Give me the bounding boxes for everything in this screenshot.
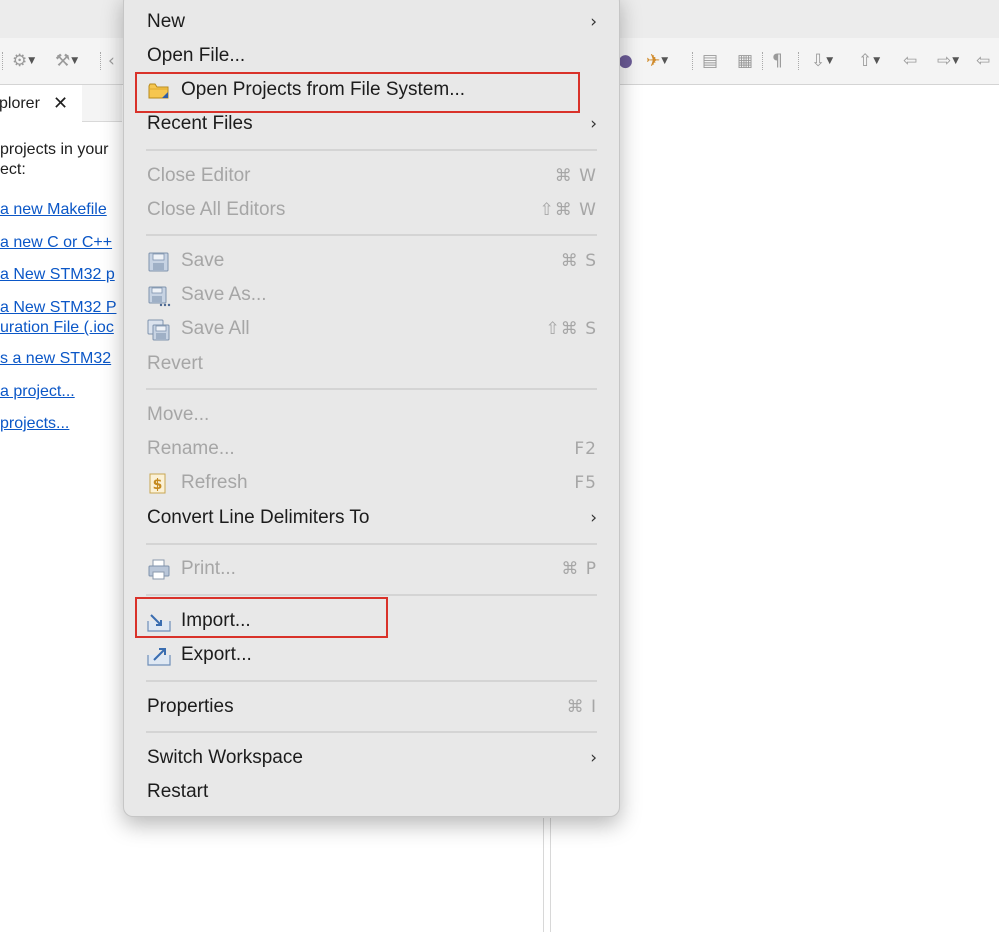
chevron-right-icon: › [590, 12, 597, 32]
toolbar-separator [2, 52, 4, 70]
menu-item-label: Close Editor [147, 165, 251, 186]
menu-item-label: Open File... [147, 45, 246, 66]
menu-separator [146, 149, 597, 151]
editor-sash[interactable] [543, 818, 551, 932]
debug-config-icon[interactable]: ⚙▼ [12, 50, 35, 72]
menu-item-convert-line-delimiters[interactable]: Convert Line Delimiters To › [124, 501, 619, 535]
open-declaration-icon[interactable]: ▤ [702, 50, 718, 72]
menu-item-properties[interactable]: Properties ⌘ I [124, 690, 619, 724]
menu-item-label: Restart [147, 781, 209, 802]
import-projects-link[interactable]: projects... [0, 414, 69, 434]
next-annotation-icon[interactable]: ⇩▼ [811, 50, 833, 72]
menu-item-revert[interactable]: Revert [124, 347, 619, 381]
svg-text:$: $ [153, 477, 163, 493]
menu-item-label: Convert Line Delimiters To [147, 507, 370, 528]
back-icon[interactable]: ⇨▼ [937, 50, 959, 72]
highlight-import-box [135, 597, 388, 638]
menu-item-close-all-editors[interactable]: Close All Editors ⇧⌘ W [124, 193, 619, 227]
create-stm32-project-from-ioc-link[interactable]: a New STM32 P [0, 298, 116, 318]
launch-rocket-icon[interactable]: ✈▼ [646, 50, 668, 72]
menu-item-label: Save [181, 250, 225, 271]
previous-annotation-icon[interactable]: ⇧▼ [858, 50, 880, 72]
export-icon [147, 645, 171, 667]
run-config-icon[interactable]: ● [618, 50, 633, 72]
create-c-cpp-project-link[interactable]: a new C or C++ [0, 233, 112, 253]
toolbar-separator [798, 52, 800, 70]
menu-item-label: Print... [181, 558, 236, 579]
nav-back-icon[interactable]: ‹ [108, 50, 115, 72]
show-whitespace-icon[interactable]: ¶ [772, 50, 783, 72]
print-icon [147, 559, 171, 581]
menu-item-move[interactable]: Move... [124, 398, 619, 432]
menu-item-label: Save As... [181, 284, 267, 305]
menu-separator [146, 543, 597, 545]
menu-item-label: Export... [181, 644, 252, 665]
import-project-link[interactable]: a project... [0, 382, 75, 402]
menu-item-shortcut: ⌘ P [561, 559, 597, 579]
close-icon[interactable]: ✕ [53, 85, 68, 123]
menu-item-shortcut: ⌘ W [554, 166, 597, 186]
forward-icon[interactable]: ⇦ [976, 50, 990, 72]
menu-item-label: Rename... [147, 438, 235, 459]
explorer-intro-line: projects in your [0, 141, 109, 158]
menu-item-label: Refresh [181, 472, 248, 493]
project-explorer-tab[interactable]: plorer ✕ [0, 85, 83, 121]
menu-item-label: Close All Editors [147, 199, 286, 220]
menu-item-shortcut: F2 [574, 439, 597, 459]
menu-item-print[interactable]: Print... ⌘ P [124, 552, 619, 586]
chevron-right-icon: › [590, 748, 597, 768]
menu-item-export[interactable]: Export... [124, 638, 619, 672]
menu-item-label: Move... [147, 404, 210, 425]
file-menu: New › Open File... Open Projects from Fi… [123, 0, 620, 817]
highlight-open-projects-box [135, 72, 580, 113]
explorer-intro-text: projects in your ect: [0, 140, 109, 180]
menu-separator [146, 594, 597, 596]
create-stm32-project-from-ioc-link-cont[interactable]: uration File (.ioc [0, 318, 114, 338]
menu-item-label: New [147, 11, 186, 32]
chevron-right-icon: › [590, 508, 597, 528]
menu-item-label: Switch Workspace [147, 747, 303, 768]
create-stm32-library-link[interactable]: s a new STM32 [0, 349, 111, 369]
menu-item-shortcut: F5 [574, 473, 597, 493]
refresh-icon: $ [147, 473, 171, 495]
menu-item-new[interactable]: New › [124, 5, 619, 39]
menu-item-label: Revert [147, 353, 203, 374]
toolbar-separator [100, 52, 102, 70]
menu-separator [146, 234, 597, 236]
menu-item-shortcut: ⇧⌘ W [539, 200, 597, 220]
menu-item-switch-workspace[interactable]: Switch Workspace › [124, 741, 619, 775]
menu-item-label: Save All [181, 318, 250, 339]
toolbar-separator [762, 52, 764, 70]
menu-item-shortcut: ⌘ S [560, 251, 597, 271]
menu-item-save-as[interactable]: Save As... [124, 278, 619, 312]
create-makefile-project-link[interactable]: a new Makefile [0, 200, 107, 220]
menu-item-restart[interactable]: Restart [124, 775, 619, 809]
save-all-icon [147, 319, 171, 341]
chevron-right-icon: › [590, 114, 597, 134]
menu-item-shortcut: ⇧⌘ S [545, 319, 597, 339]
project-explorer-tab-label: plorer [0, 95, 40, 112]
menu-item-open-file[interactable]: Open File... [124, 39, 619, 73]
menu-item-rename[interactable]: Rename... F2 [124, 432, 619, 466]
build-hammer-icon[interactable]: ⚒▼ [55, 50, 78, 72]
save-as-icon [147, 285, 171, 307]
outline-icon[interactable]: ▦ [737, 50, 753, 72]
menu-separator [146, 731, 597, 733]
menu-item-shortcut: ⌘ I [566, 697, 597, 717]
view-tab-strip [82, 85, 122, 122]
menu-separator [146, 680, 597, 682]
menu-item-label: Properties [147, 696, 234, 717]
menu-item-save-all[interactable]: Save All ⇧⌘ S [124, 312, 619, 346]
save-icon [147, 251, 171, 273]
menu-item-refresh[interactable]: $ Refresh F5 [124, 466, 619, 500]
toolbar-separator [692, 52, 694, 70]
create-stm32-project-link[interactable]: a New STM32 p [0, 265, 115, 285]
last-edit-location-icon[interactable]: ⇦ [903, 50, 917, 72]
menu-item-close-editor[interactable]: Close Editor ⌘ W [124, 159, 619, 193]
menu-item-save[interactable]: Save ⌘ S [124, 244, 619, 278]
explorer-intro-line: ect: [0, 161, 26, 178]
menu-separator [146, 388, 597, 390]
